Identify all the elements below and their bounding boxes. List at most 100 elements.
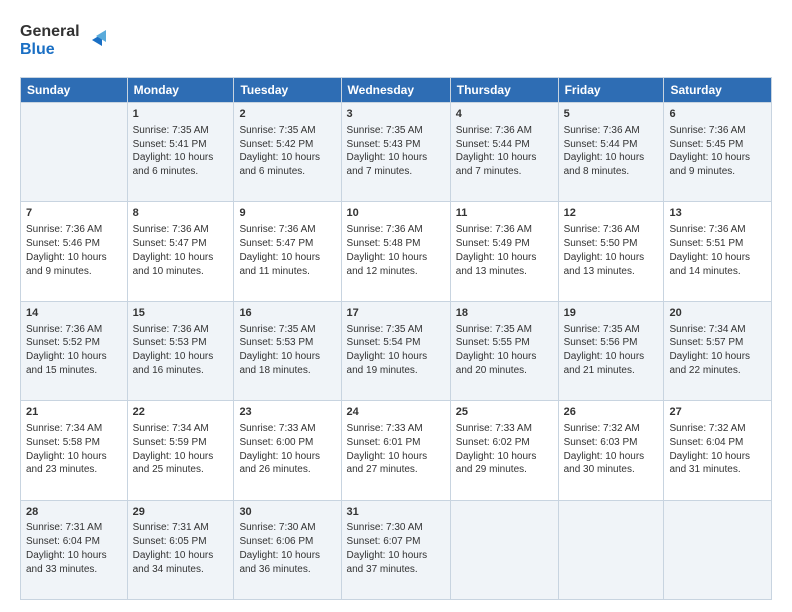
weekday-header-wednesday: Wednesday [341,78,450,103]
day-cell: 18 Sunrise: 7:35 AMSunset: 5:55 PMDayligh… [450,301,558,400]
day-info: Sunrise: 7:36 AMSunset: 5:44 PMDaylight:… [456,124,553,179]
day-cell: 28Sunrise: 7:31 AMSunset: 6:04 PMDayligh… [21,500,128,599]
day-cell: 23Sunrise: 7:33 AMSunset: 6:00 PMDayligh… [234,401,341,500]
day-info: Sunrise: 7:35 AMSunset: 5:53 PMDaylight:… [239,323,335,378]
day-number: 18 [456,306,553,321]
day-cell: 31Sunrise: 7:30 AMSunset: 6:07 PMDayligh… [341,500,450,599]
day-info: Sunrise: 7:33 AMSunset: 6:00 PMDaylight:… [239,422,335,477]
day-cell: 2 Sunrise: 7:35 AMSunset: 5:42 PMDaylight… [234,103,341,202]
day-number: 25 [456,405,553,420]
day-number: 3 [347,107,445,122]
day-number: 24 [347,405,445,420]
day-info: Sunrise: 7:35 AMSunset: 5:56 PMDaylight:… [564,323,659,378]
day-number: 16 [239,306,335,321]
day-cell: 24 Sunrise: 7:33 AMSunset: 6:01 PMDayligh… [341,401,450,500]
day-cell: 8 Sunrise: 7:36 AMSunset: 5:47 PMDaylight… [127,202,234,301]
day-info: Sunrise: 7:34 AMSunset: 5:57 PMDaylight:… [669,323,766,378]
day-cell: 11 Sunrise: 7:36 AMSunset: 5:49 PMDayligh… [450,202,558,301]
day-info: Sunrise: 7:36 AMSunset: 5:51 PMDaylight:… [669,223,766,278]
day-cell: 9 Sunrise: 7:36 AMSunset: 5:47 PMDaylight… [234,202,341,301]
day-info: Sunrise: 7:35 AMSunset: 5:42 PMDaylight:… [239,124,335,179]
week-row-1: 1 Sunrise: 7:35 AMSunset: 5:41 PMDaylight… [21,103,772,202]
weekday-header-row: SundayMondayTuesdayWednesdayThursdayFrid… [21,78,772,103]
day-number: 17 [347,306,445,321]
day-info: Sunrise: 7:33 AMSunset: 6:01 PMDaylight:… [347,422,445,477]
day-cell: 21 Sunrise: 7:34 AMSunset: 5:58 PMDayligh… [21,401,128,500]
day-info: Sunrise: 7:32 AMSunset: 6:03 PMDaylight:… [564,422,659,477]
day-info: Sunrise: 7:30 AMSunset: 6:07 PMDaylight:… [347,521,445,576]
week-row-2: 7 Sunrise: 7:36 AMSunset: 5:46 PMDaylight… [21,202,772,301]
day-number: 22 [133,405,229,420]
day-cell: 26 Sunrise: 7:32 AMSunset: 6:03 PMDayligh… [558,401,664,500]
day-number: 26 [564,405,659,420]
calendar-table: SundayMondayTuesdayWednesdayThursdayFrid… [20,77,772,600]
day-info: Sunrise: 7:34 AMSunset: 5:58 PMDaylight:… [26,422,122,477]
day-cell [664,500,772,599]
day-number: 21 [26,405,122,420]
week-row-5: 28Sunrise: 7:31 AMSunset: 6:04 PMDayligh… [21,500,772,599]
day-cell: 25Sunrise: 7:33 AMSunset: 6:02 PMDayligh… [450,401,558,500]
day-cell: 19 Sunrise: 7:35 AMSunset: 5:56 PMDayligh… [558,301,664,400]
day-cell: 10 Sunrise: 7:36 AMSunset: 5:48 PMDayligh… [341,202,450,301]
day-number: 15 [133,306,229,321]
day-info: Sunrise: 7:36 AMSunset: 5:50 PMDaylight:… [564,223,659,278]
day-cell: 22 Sunrise: 7:34 AMSunset: 5:59 PMDayligh… [127,401,234,500]
header: General Blue [20,18,772,67]
day-cell: 5 Sunrise: 7:36 AMSunset: 5:44 PMDaylight… [558,103,664,202]
logo-svg: General Blue [20,18,110,62]
day-number: 11 [456,206,553,221]
logo: General Blue [20,18,110,67]
day-cell: 29Sunrise: 7:31 AMSunset: 6:05 PMDayligh… [127,500,234,599]
day-number: 30 [239,505,335,520]
day-number: 27 [669,405,766,420]
day-info: Sunrise: 7:36 AMSunset: 5:45 PMDaylight:… [669,124,766,179]
weekday-header-sunday: Sunday [21,78,128,103]
weekday-header-tuesday: Tuesday [234,78,341,103]
day-info: Sunrise: 7:34 AMSunset: 5:59 PMDaylight:… [133,422,229,477]
day-number: 14 [26,306,122,321]
page: General Blue SundayMondayTuesdayWednesda… [0,0,792,612]
day-number: 9 [239,206,335,221]
day-cell [558,500,664,599]
day-number: 10 [347,206,445,221]
week-row-3: 14 Sunrise: 7:36 AMSunset: 5:52 PMDayligh… [21,301,772,400]
day-cell: 3 Sunrise: 7:35 AMSunset: 5:43 PMDaylight… [341,103,450,202]
day-number: 8 [133,206,229,221]
day-number: 19 [564,306,659,321]
weekday-header-monday: Monday [127,78,234,103]
weekday-header-thursday: Thursday [450,78,558,103]
day-info: Sunrise: 7:36 AMSunset: 5:46 PMDaylight:… [26,223,122,278]
day-info: Sunrise: 7:35 AMSunset: 5:55 PMDaylight:… [456,323,553,378]
day-number: 5 [564,107,659,122]
logo-text: General Blue [20,18,110,67]
day-cell: 30Sunrise: 7:30 AMSunset: 6:06 PMDayligh… [234,500,341,599]
svg-text:General: General [20,23,80,40]
svg-text:Blue: Blue [20,41,55,58]
day-number: 1 [133,107,229,122]
day-info: Sunrise: 7:36 AMSunset: 5:52 PMDaylight:… [26,323,122,378]
day-info: Sunrise: 7:36 AMSunset: 5:47 PMDaylight:… [133,223,229,278]
day-number: 12 [564,206,659,221]
day-info: Sunrise: 7:35 AMSunset: 5:43 PMDaylight:… [347,124,445,179]
day-info: Sunrise: 7:36 AMSunset: 5:44 PMDaylight:… [564,124,659,179]
day-info: Sunrise: 7:35 AMSunset: 5:41 PMDaylight:… [133,124,229,179]
day-number: 2 [239,107,335,122]
day-info: Sunrise: 7:32 AMSunset: 6:04 PMDaylight:… [669,422,766,477]
day-info: Sunrise: 7:35 AMSunset: 5:54 PMDaylight:… [347,323,445,378]
day-info: Sunrise: 7:30 AMSunset: 6:06 PMDaylight:… [239,521,335,576]
day-number: 7 [26,206,122,221]
day-info: Sunrise: 7:36 AMSunset: 5:47 PMDaylight:… [239,223,335,278]
day-cell: 17 Sunrise: 7:35 AMSunset: 5:54 PMDayligh… [341,301,450,400]
day-number: 13 [669,206,766,221]
week-row-4: 21 Sunrise: 7:34 AMSunset: 5:58 PMDayligh… [21,401,772,500]
day-number: 4 [456,107,553,122]
day-info: Sunrise: 7:36 AMSunset: 5:49 PMDaylight:… [456,223,553,278]
day-info: Sunrise: 7:36 AMSunset: 5:53 PMDaylight:… [133,323,229,378]
day-cell [21,103,128,202]
day-info: Sunrise: 7:36 AMSunset: 5:48 PMDaylight:… [347,223,445,278]
day-number: 29 [133,505,229,520]
day-cell [450,500,558,599]
day-number: 6 [669,107,766,122]
day-info: Sunrise: 7:31 AMSunset: 6:05 PMDaylight:… [133,521,229,576]
weekday-header-friday: Friday [558,78,664,103]
